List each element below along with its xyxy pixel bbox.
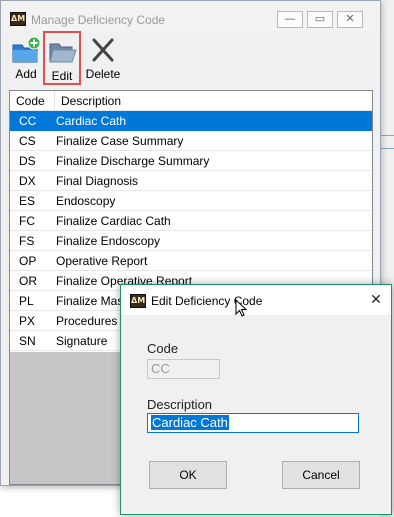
row-code: CS [19, 134, 36, 148]
divider [380, 135, 394, 136]
description-label: Description [147, 397, 213, 412]
list-header: Code Description [10, 91, 372, 111]
edit-button[interactable]: Edit [43, 31, 81, 85]
row-description: Final Diagnosis [56, 174, 139, 188]
row-code: DX [19, 174, 36, 188]
list-row[interactable]: FC Finalize Cardiac Cath [10, 211, 372, 231]
list-row[interactable]: CS Finalize Case Summary [10, 131, 372, 151]
column-header-description[interactable]: Description [55, 91, 372, 111]
row-code: OP [19, 254, 37, 268]
title-bar: ΔM Manage Deficiency Code — ▭ ✕ [1, 1, 380, 31]
add-button[interactable]: Add [7, 31, 45, 85]
delete-x-icon [92, 38, 114, 62]
code-value: CC [151, 361, 170, 376]
row-code: ES [19, 194, 36, 208]
delete-label: Delete [85, 67, 121, 81]
list-row[interactable]: CC Cardiac Cath [10, 111, 372, 131]
row-code: OR [19, 274, 37, 288]
delete-button[interactable]: Delete [83, 31, 123, 85]
row-description: Endoscopy [56, 194, 116, 208]
app-icon: ΔM [10, 12, 26, 26]
minimize-button[interactable]: — [277, 11, 303, 28]
list-row[interactable]: FS Finalize Endoscopy [10, 231, 372, 251]
list-row[interactable]: DX Final Diagnosis [10, 171, 372, 191]
add-folder-icon [12, 36, 41, 63]
code-label: Code [147, 341, 179, 356]
add-label: Add [15, 67, 37, 81]
row-description: Finalize Cardiac Cath [56, 214, 171, 228]
list-row[interactable]: ES Endoscopy [10, 191, 372, 211]
row-code: PL [19, 294, 34, 308]
row-description: Finalize Endoscopy [56, 234, 161, 248]
open-folder-icon [49, 43, 77, 63]
ok-button[interactable]: OK [149, 461, 227, 489]
row-description: Cardiac Cath [56, 114, 127, 128]
maximize-button[interactable]: ▭ [307, 11, 333, 28]
close-button[interactable]: ✕ [337, 11, 363, 28]
row-code: DS [19, 154, 36, 168]
list-row[interactable]: DS Finalize Discharge Summary [10, 151, 372, 171]
list-row[interactable]: OP Operative Report [10, 251, 372, 271]
row-code: CC [19, 114, 37, 128]
row-description: Finalize Case Summary [56, 134, 184, 148]
app-icon: ΔM [130, 294, 146, 308]
window-title: Manage Deficiency Code [31, 13, 166, 27]
dialog-close-button[interactable]: ✕ [367, 291, 385, 309]
code-field: CC [147, 359, 220, 379]
row-description: Finalize Discharge Summary [56, 154, 210, 168]
row-description: Operative Report [56, 254, 148, 268]
row-code: SN [19, 334, 36, 348]
row-code: PX [19, 314, 36, 328]
edit-label: Edit [51, 69, 73, 83]
edit-deficiency-code-dialog: ΔM Edit Deficiency Code ✕ Code CC Descri… [120, 284, 392, 515]
description-field[interactable]: Cardiac Cath [147, 413, 359, 433]
dialog-title-bar: ΔM Edit Deficiency Code ✕ [121, 285, 391, 317]
description-value: Cardiac Cath [151, 415, 229, 430]
mouse-pointer-icon [235, 299, 247, 317]
divider [380, 148, 394, 149]
row-code: FC [19, 214, 35, 228]
toolbar: Add Edit Delete [1, 31, 380, 87]
column-header-code[interactable]: Code [10, 91, 55, 111]
row-code: FS [19, 234, 35, 248]
cancel-button[interactable]: Cancel [282, 461, 360, 489]
